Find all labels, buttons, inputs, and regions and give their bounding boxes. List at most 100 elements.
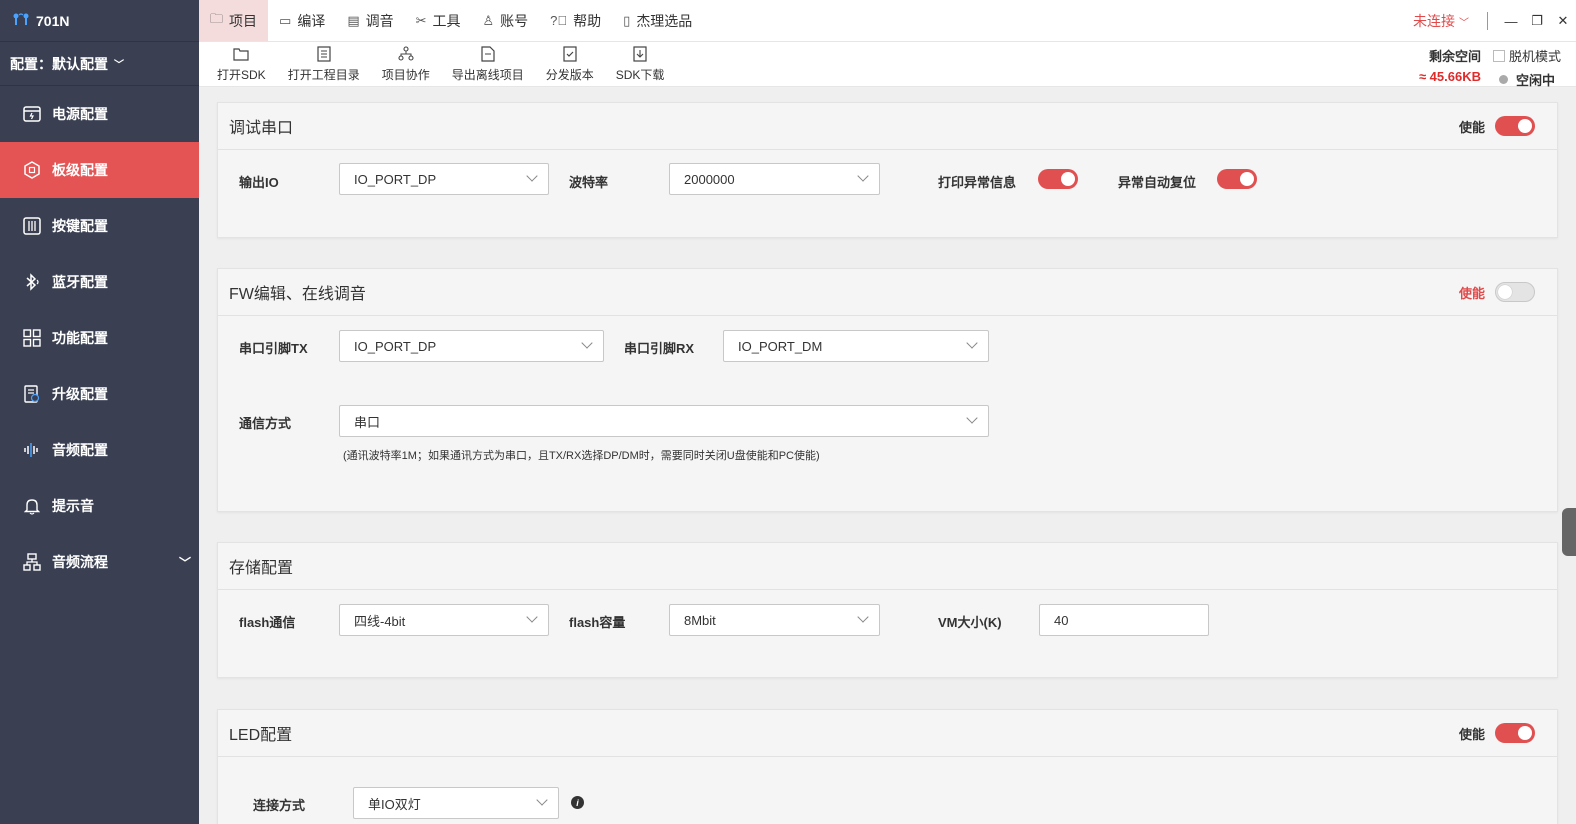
minimize-icon[interactable]: —: [1498, 14, 1524, 29]
main-content: 调试串口 使能 输出IO IO_PORT_DP 波特率 2000000 打印异常…: [199, 88, 1576, 824]
enable-label: 使能: [1458, 285, 1485, 301]
offline-mode-checkbox[interactable]: 脱机模式: [1493, 46, 1573, 65]
enable-toggle[interactable]: [1495, 282, 1535, 302]
tool-label: 打开SDK: [217, 68, 266, 82]
project-toolbar: 打开SDK 打开工程目录 项目协作 导出离线项目 分发版本 SDK下载 剩余空间…: [199, 42, 1576, 88]
status-dot: [1499, 75, 1508, 84]
sidebar-item-bluetooth[interactable]: 蓝牙配置: [0, 254, 199, 310]
board-config-icon: [22, 160, 42, 180]
sidebar-item-audio-flow[interactable]: 音频流程 ﹀: [0, 534, 199, 590]
print-exception-label: 打印异常信息: [938, 175, 1017, 190]
card-title: FW编辑、在线调音: [229, 286, 366, 303]
sidebar-item-label: 按键配置: [52, 218, 108, 234]
sidebar-item-label: 提示音: [52, 498, 94, 514]
storage-label: 剩余空间: [1428, 49, 1481, 64]
tool-label: 分发版本: [545, 68, 594, 82]
sidebar-item-label: 电源配置: [52, 106, 108, 122]
led-conn-label: 连接方式: [253, 798, 306, 813]
menu-project[interactable]: 🗀 项目: [199, 0, 269, 41]
led-conn-select[interactable]: 单IO双灯: [353, 787, 559, 819]
project-collab-button[interactable]: 项目协作: [382, 45, 430, 83]
card-header: FW编辑、在线调音 使能: [218, 269, 1557, 316]
select-value: 单IO双灯: [368, 796, 421, 812]
tool-label: 项目协作: [381, 68, 430, 82]
tx-pin-select[interactable]: IO_PORT_DP: [339, 330, 604, 362]
print-exception-toggle[interactable]: [1038, 169, 1078, 189]
enable-toggle[interactable]: [1495, 723, 1535, 743]
open-sdk-button[interactable]: 打开SDK: [217, 45, 266, 83]
distribute-version-button[interactable]: 分发版本: [546, 45, 594, 83]
chevron-down-icon: [536, 794, 548, 806]
rx-pin-select[interactable]: IO_PORT_DM: [723, 330, 989, 362]
select-value: 8Mbit: [684, 612, 716, 628]
sidebar-item-audio[interactable]: 音频配置: [0, 422, 199, 478]
help-icon: ?⃝: [550, 13, 568, 28]
info-icon[interactable]: i: [571, 796, 584, 809]
card-header: LED配置 使能: [218, 710, 1557, 757]
config-selector[interactable]: 配置：默认配置 ﹀: [0, 42, 199, 86]
vm-size-label: VM大小(K): [938, 615, 1002, 630]
export-offline-button[interactable]: 导出离线项目: [452, 45, 524, 83]
storage-value: ≈ 45.66KB: [1418, 69, 1481, 84]
sidebar-item-function[interactable]: 功能配置: [0, 310, 199, 366]
top-menu-bar: 🗀 项目 ▭ 编译 ▤ 调音 ✂ 工具 ♙ 账号 ?⃝ 帮助 ▯ 杰理选品 未连…: [199, 0, 1576, 42]
menu-help[interactable]: ?⃝ 帮助: [539, 0, 612, 41]
app-brand: 701N: [0, 0, 199, 42]
enable-toggle[interactable]: [1495, 116, 1535, 136]
menu-tuning[interactable]: ▤ 调音: [336, 0, 404, 41]
sidebar-item-board[interactable]: 板级配置: [0, 142, 199, 198]
flash-comm-select[interactable]: 四线-4bit: [339, 604, 549, 636]
baud-select[interactable]: 2000000: [669, 163, 880, 195]
checkbox[interactable]: [1493, 49, 1505, 62]
menu-account[interactable]: ♙ 账号: [472, 0, 540, 41]
tool-label: 导出离线项目: [451, 68, 524, 82]
bluetooth-icon: [22, 272, 42, 292]
sidebar-item-label: 升级配置: [52, 386, 108, 402]
sidebar-item-prompt-tone[interactable]: 提示音: [0, 478, 199, 534]
sidebar-item-upgrade[interactable]: 升级配置: [0, 366, 199, 422]
output-io-select[interactable]: IO_PORT_DP: [339, 163, 549, 195]
card-header: 调试串口 使能: [218, 103, 1557, 150]
enable-label: 使能: [1458, 119, 1485, 135]
app-title: 701N: [36, 12, 70, 29]
sidebar: 701N 配置：默认配置 ﹀ 电源配置 板级配置 按键配置 蓝牙配置 功能配置 …: [0, 0, 199, 824]
key-config-icon: [22, 216, 42, 236]
close-icon[interactable]: ✕: [1550, 13, 1576, 29]
storage-status: 剩余空间 ≈ 45.66KB: [1409, 46, 1481, 84]
chevron-down-icon: [526, 611, 538, 623]
vm-size-input[interactable]: [1039, 604, 1209, 636]
restore-icon[interactable]: ❐: [1524, 13, 1550, 29]
chevron-down-icon: [966, 337, 978, 349]
select-value: IO_PORT_DP: [354, 171, 437, 187]
upgrade-icon: [22, 384, 42, 404]
debug-uart-card: 调试串口 使能 输出IO IO_PORT_DP 波特率 2000000 打印异常…: [217, 102, 1558, 238]
select-value: 串口: [354, 414, 381, 430]
auto-reset-label: 异常自动复位: [1118, 175, 1197, 190]
menu-product-select[interactable]: ▯ 杰理选品: [612, 0, 703, 41]
open-project-dir-button[interactable]: 打开工程目录: [288, 45, 360, 83]
chevron-down-icon[interactable]: ﹀: [179, 554, 191, 571]
auto-reset-toggle[interactable]: [1217, 169, 1257, 189]
menu-tools[interactable]: ✂ 工具: [405, 0, 472, 41]
comm-mode-select[interactable]: 串口: [339, 405, 989, 437]
folder-open-icon: [233, 45, 249, 63]
flash-size-select[interactable]: 8Mbit: [669, 604, 880, 636]
menu-label: 帮助: [573, 12, 602, 29]
select-value: IO_PORT_DM: [738, 338, 823, 354]
tool-label: SDK下载: [615, 68, 665, 82]
side-drawer-tab[interactable]: [1562, 508, 1576, 556]
menu-compile[interactable]: ▭ 编译: [268, 0, 336, 41]
list-doc-icon: [316, 45, 332, 63]
connection-status[interactable]: 未连接 ﹀: [1413, 11, 1469, 31]
storage-config-card: 存储配置 flash通信 四线-4bit flash容量 8Mbit VM大小(…: [217, 542, 1558, 678]
sdk-download-button[interactable]: SDK下载: [615, 45, 665, 83]
divider: [1487, 12, 1488, 30]
sidebar-item-key[interactable]: 按键配置: [0, 198, 199, 254]
bell-icon: [22, 496, 42, 516]
tool-label: 打开工程目录: [287, 68, 360, 82]
connection-status-label: 未连接: [1413, 13, 1455, 29]
flow-icon: [22, 552, 42, 572]
chevron-down-icon: ﹀: [114, 60, 124, 71]
sidebar-item-power[interactable]: 电源配置: [0, 86, 199, 142]
audio-wave-icon: [22, 440, 42, 460]
